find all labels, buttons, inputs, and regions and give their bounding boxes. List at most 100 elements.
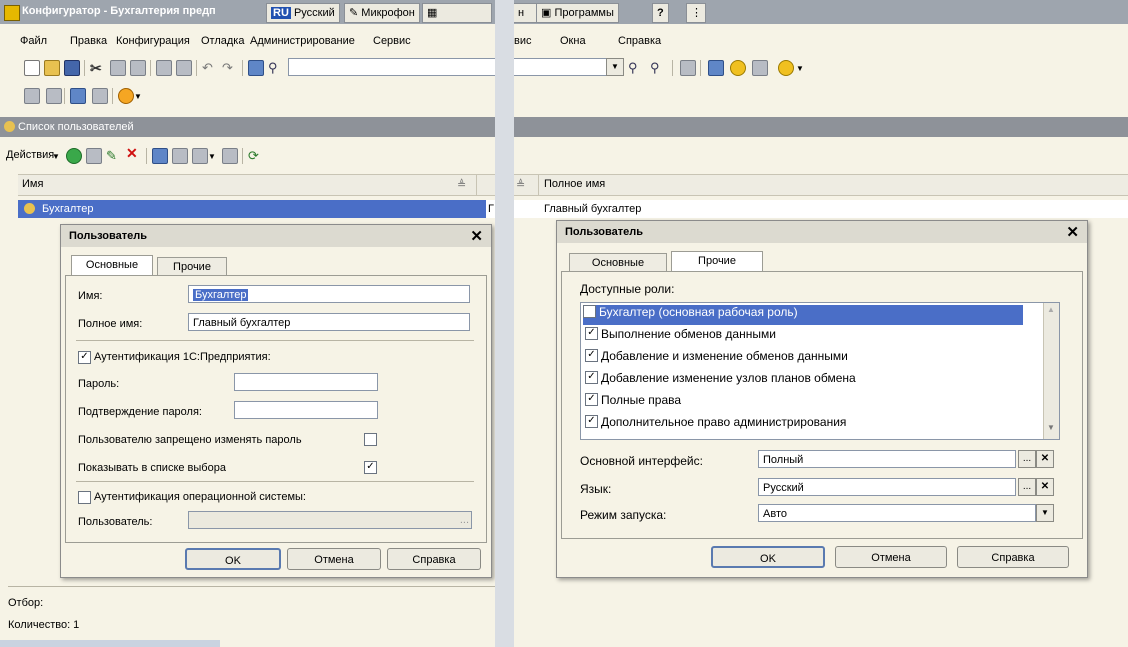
- password-input[interactable]: [234, 373, 378, 391]
- list-item[interactable]: ✓ Добавление изменение узлов планов обмен…: [585, 371, 856, 391]
- table-row[interactable]: Бухгалтер: [18, 200, 486, 218]
- list-item[interactable]: ✓ Дополнительное право администрирования: [585, 415, 846, 435]
- book-icon[interactable]: [752, 60, 768, 76]
- add-icon[interactable]: [66, 148, 82, 164]
- cancel-button[interactable]: Отмена: [835, 546, 947, 568]
- edit-icon[interactable]: ✎: [106, 148, 120, 163]
- launch-mode-dropdown[interactable]: ▼: [1036, 504, 1054, 522]
- ok-button[interactable]: OK: [185, 548, 281, 570]
- menu-config[interactable]: Конфигурация: [116, 35, 190, 47]
- delete-icon[interactable]: ✕: [126, 145, 140, 161]
- actions-menu[interactable]: Действия: [6, 149, 54, 161]
- undo-icon[interactable]: ↶: [202, 60, 216, 75]
- redo-icon[interactable]: ↷: [222, 60, 236, 75]
- close-icon[interactable]: ✕: [1066, 223, 1079, 241]
- fullname-input[interactable]: Главный бухгалтер: [188, 313, 470, 331]
- copy-item-icon[interactable]: [86, 148, 102, 164]
- assistant-icon[interactable]: [730, 60, 746, 76]
- copy-icon[interactable]: [110, 60, 126, 76]
- name-input[interactable]: Бухгалтер: [188, 285, 470, 303]
- tab-other[interactable]: Прочие: [157, 257, 227, 276]
- window-icon[interactable]: [92, 88, 108, 104]
- menu-service[interactable]: вис: [514, 35, 532, 47]
- search-input[interactable]: [514, 58, 607, 76]
- filter-list-icon[interactable]: [192, 148, 208, 164]
- keyboard-button[interactable]: ▦: [422, 3, 492, 23]
- syntax-icon[interactable]: [708, 60, 724, 76]
- role-checkbox[interactable]: ✓: [585, 327, 598, 341]
- column-name-header[interactable]: Имя: [22, 178, 43, 190]
- open-folder-icon[interactable]: [44, 60, 60, 76]
- list-item[interactable]: ✓ Добавление и изменение обменов данными: [585, 349, 848, 369]
- auth-os-checkbox[interactable]: [78, 491, 91, 504]
- ok-button[interactable]: OK: [711, 546, 825, 568]
- menu-debug[interactable]: Отладка: [201, 35, 244, 47]
- print-icon[interactable]: [156, 60, 172, 76]
- role-checkbox[interactable]: ✓: [583, 305, 596, 319]
- info-icon[interactable]: [778, 60, 794, 76]
- language-input[interactable]: Русский: [758, 478, 1016, 496]
- launch-mode-select[interactable]: Авто: [758, 504, 1036, 522]
- help-button[interactable]: Справка: [957, 546, 1069, 568]
- clear-filter-icon[interactable]: [222, 148, 238, 164]
- new-file-icon[interactable]: [24, 60, 40, 76]
- confirm-password-input[interactable]: [234, 401, 378, 419]
- search-icon[interactable]: ⚲: [268, 60, 282, 75]
- role-checkbox[interactable]: ✓: [585, 371, 598, 385]
- scroll-up-icon[interactable]: ▲: [1047, 305, 1055, 314]
- search-dropdown[interactable]: ▼: [606, 58, 624, 76]
- menu-windows[interactable]: Окна: [560, 35, 586, 47]
- options-button[interactable]: ⋮: [686, 3, 706, 23]
- tab-main[interactable]: Основные: [569, 253, 667, 272]
- sort-icon[interactable]: ≜: [457, 178, 466, 191]
- find-prev-icon[interactable]: ⚲: [650, 60, 664, 75]
- save-icon[interactable]: [64, 60, 80, 76]
- module-icon[interactable]: [24, 88, 40, 104]
- find-icon[interactable]: [248, 60, 264, 76]
- help-button[interactable]: Справка: [387, 548, 481, 570]
- chevron-down-icon[interactable]: ▼: [208, 152, 222, 166]
- interface-clear-button[interactable]: ✕: [1036, 450, 1054, 468]
- language-indicator[interactable]: RU Русский: [266, 3, 340, 23]
- list-item[interactable]: ✓ Полные права: [585, 393, 681, 413]
- column-divider[interactable]: [476, 175, 477, 195]
- show-in-list-checkbox[interactable]: ✓: [364, 461, 377, 474]
- cancel-button[interactable]: Отмена: [287, 548, 381, 570]
- tab-other[interactable]: Прочие: [671, 251, 763, 272]
- chevron-down-icon[interactable]: ▼: [52, 152, 66, 166]
- role-checkbox[interactable]: ✓: [585, 415, 598, 429]
- programs-button[interactable]: ▣ Программы: [536, 3, 619, 23]
- filter-icon[interactable]: [152, 148, 168, 164]
- menu-admin[interactable]: Администрирование: [250, 35, 355, 47]
- filter-value-icon[interactable]: [172, 148, 188, 164]
- window-icon[interactable]: [680, 60, 696, 76]
- menu-edit[interactable]: Правка: [70, 35, 107, 47]
- forbid-change-checkbox[interactable]: [364, 433, 377, 446]
- db-icon[interactable]: [70, 88, 86, 104]
- list-item[interactable]: ✓ Бухгалтер (основная рабочая роль): [583, 305, 1023, 325]
- language-select-button[interactable]: ...: [1018, 478, 1036, 496]
- interface-input[interactable]: Полный: [758, 450, 1016, 468]
- table-row[interactable]: Главный бухгалтер: [514, 200, 1128, 218]
- paste-icon[interactable]: [130, 60, 146, 76]
- refresh-icon[interactable]: ⟳: [248, 148, 262, 163]
- language-clear-button[interactable]: ✕: [1036, 478, 1054, 496]
- microphone-button[interactable]: ✎ Микрофон: [344, 3, 420, 23]
- run-icon[interactable]: [118, 88, 134, 104]
- list-icon[interactable]: [46, 88, 62, 104]
- list-item[interactable]: ✓ Выполнение обменов данными: [585, 327, 776, 347]
- roles-list[interactable]: ✓ Бухгалтер (основная рабочая роль) ✓ Выпо…: [580, 302, 1060, 440]
- chevron-down-icon[interactable]: ▼: [134, 92, 148, 106]
- interface-select-button[interactable]: ...: [1018, 450, 1036, 468]
- search-input[interactable]: [288, 58, 495, 76]
- auth-1c-checkbox[interactable]: ✓: [78, 351, 91, 364]
- find-next-icon[interactable]: ⚲: [628, 60, 642, 75]
- role-checkbox[interactable]: ✓: [585, 393, 598, 407]
- column-fullname-header[interactable]: Полное имя: [544, 178, 605, 190]
- sort-icon[interactable]: ≜: [516, 178, 525, 191]
- tab-main[interactable]: Основные: [71, 255, 153, 276]
- menu-service[interactable]: Сервис: [373, 35, 411, 47]
- ellipsis-icon[interactable]: ...: [460, 512, 469, 528]
- roles-scrollbar[interactable]: ▲ ▼: [1043, 303, 1059, 439]
- menu-file[interactable]: Файл: [20, 35, 47, 47]
